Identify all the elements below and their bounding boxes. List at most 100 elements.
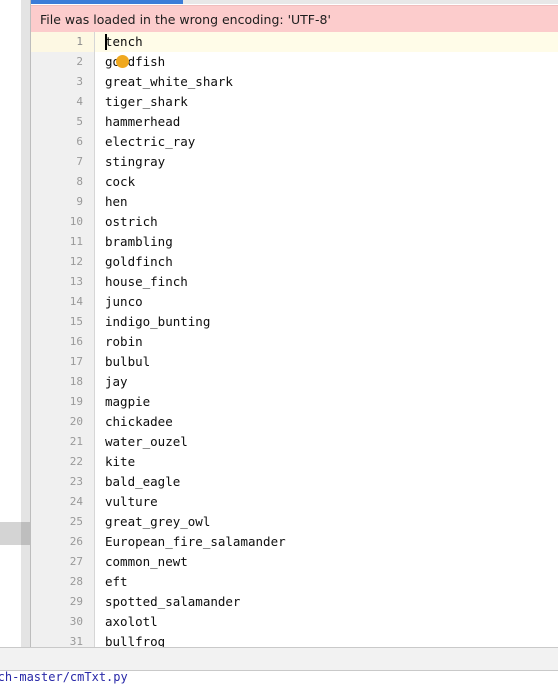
code-line-row[interactable]: axolotl: [95, 612, 558, 632]
code-line-row[interactable]: bald_eagle: [95, 472, 558, 492]
code-line-row[interactable]: brambling: [95, 232, 558, 252]
code-line-text: goldfinch: [105, 254, 173, 269]
line-number: 30: [69, 615, 83, 628]
code-line-row[interactable]: ostrich: [95, 212, 558, 232]
gutter-row[interactable]: 10: [31, 212, 94, 232]
line-number: 15: [69, 315, 83, 328]
line-number: 18: [69, 375, 83, 388]
line-number: 9: [76, 195, 83, 208]
code-line-text: electric_ray: [105, 134, 196, 149]
code-line-row[interactable]: water_ouzel: [95, 432, 558, 452]
code-line-text: European_fire_salamander: [105, 534, 286, 549]
line-number: 25: [69, 515, 83, 528]
code-line-text: axolotl: [105, 614, 158, 629]
line-number: 27: [69, 555, 83, 568]
code-editor[interactable]: 1 2 3 4 5 6 7 8 9 10 11 12 13 14 15 16 17 18 19 20 21 22 23 24 2…: [31, 32, 558, 647]
line-number-gutter[interactable]: 1 2 3 4 5 6 7 8 9 10 11 12 13 14 15 16 17 18 19 20 21 22 23 24 2…: [31, 32, 95, 647]
gutter-row[interactable]: 13: [31, 272, 94, 292]
code-line-row[interactable]: house_finch: [95, 272, 558, 292]
gutter-row[interactable]: 23: [31, 472, 94, 492]
gutter-row[interactable]: 2: [31, 52, 94, 72]
gutter-row[interactable]: 6: [31, 132, 94, 152]
line-number: 14: [69, 295, 83, 308]
code-line-text: junco: [105, 294, 143, 309]
gutter-row[interactable]: 4: [31, 92, 94, 112]
code-line-row[interactable]: European_fire_salamander: [95, 532, 558, 552]
code-line-row[interactable]: robin: [95, 332, 558, 352]
line-number: 26: [69, 535, 83, 548]
code-line-row[interactable]: great_grey_owl: [95, 512, 558, 532]
code-line-row[interactable]: junco: [95, 292, 558, 312]
code-line-text: magpie: [105, 394, 151, 409]
gutter-row[interactable]: 21: [31, 432, 94, 452]
gutter-row[interactable]: 25: [31, 512, 94, 532]
code-line-row[interactable]: tench: [95, 32, 558, 52]
gutter-row[interactable]: 14: [31, 292, 94, 312]
tab-accent-track: [183, 0, 558, 4]
gutter-row[interactable]: 27: [31, 552, 94, 572]
code-line-row[interactable]: magpie: [95, 392, 558, 412]
gutter-row[interactable]: 29: [31, 592, 94, 612]
gutter-row[interactable]: 11: [31, 232, 94, 252]
code-line-row[interactable]: kite: [95, 452, 558, 472]
code-line-row[interactable]: chickadee: [95, 412, 558, 432]
status-bar-path-area[interactable]: torch-master/cmTxt.py: [0, 670, 558, 684]
gutter-row[interactable]: 28: [31, 572, 94, 592]
gutter-row[interactable]: 31: [31, 632, 94, 647]
encoding-warning-banner[interactable]: File was loaded in the wrong encoding: '…: [31, 5, 558, 32]
line-number: 21: [69, 435, 83, 448]
code-line-text: ostrich: [105, 214, 158, 229]
gutter-row[interactable]: 24: [31, 492, 94, 512]
gutter-row[interactable]: 8: [31, 172, 94, 192]
gutter-row[interactable]: 12: [31, 252, 94, 272]
line-number: 6: [76, 135, 83, 148]
code-line-row[interactable]: jay: [95, 372, 558, 392]
line-number: 22: [69, 455, 83, 468]
line-number: 4: [76, 95, 83, 108]
code-line-row[interactable]: cock: [95, 172, 558, 192]
status-bar-file-path: torch-master/cmTxt.py: [0, 670, 128, 684]
code-line-row[interactable]: goldfish: [95, 52, 558, 72]
code-line-text: common_newt: [105, 554, 188, 569]
code-line-row[interactable]: hen: [95, 192, 558, 212]
code-line-text: hen: [105, 194, 128, 209]
gutter-row[interactable]: 22: [31, 452, 94, 472]
gutter-row[interactable]: 26: [31, 532, 94, 552]
code-line-row[interactable]: vulture: [95, 492, 558, 512]
code-line-row[interactable]: bullfrog: [95, 632, 558, 647]
code-line-row[interactable]: stingray: [95, 152, 558, 172]
code-line-row[interactable]: common_newt: [95, 552, 558, 572]
code-line-row[interactable]: electric_ray: [95, 132, 558, 152]
left-tool-strip[interactable]: [21, 0, 31, 670]
line-number: 3: [76, 75, 83, 88]
gutter-row[interactable]: 7: [31, 152, 94, 172]
gutter-row[interactable]: 1: [31, 32, 94, 52]
line-number: 17: [69, 355, 83, 368]
code-line-row[interactable]: goldfinch: [95, 252, 558, 272]
gutter-row[interactable]: 3: [31, 72, 94, 92]
line-number: 28: [69, 575, 83, 588]
gutter-row[interactable]: 15: [31, 312, 94, 332]
code-line-text: vulture: [105, 494, 158, 509]
gutter-row[interactable]: 9: [31, 192, 94, 212]
code-line-row[interactable]: hammerhead: [95, 112, 558, 132]
code-line-row[interactable]: eft: [95, 572, 558, 592]
line-number: 19: [69, 395, 83, 408]
code-line-row[interactable]: spotted_salamander: [95, 592, 558, 612]
code-line-text: kite: [105, 454, 136, 469]
code-line-row[interactable]: tiger_shark: [95, 92, 558, 112]
code-line-row[interactable]: bulbul: [95, 352, 558, 372]
gutter-row[interactable]: 5: [31, 112, 94, 132]
gutter-row[interactable]: 19: [31, 392, 94, 412]
code-line-text: stingray: [105, 154, 166, 169]
left-panel-splitter-handle[interactable]: [0, 522, 30, 545]
code-line-row[interactable]: indigo_bunting: [95, 312, 558, 332]
gutter-row[interactable]: 20: [31, 412, 94, 432]
code-line-row[interactable]: great_white_shark: [95, 72, 558, 92]
gutter-row[interactable]: 30: [31, 612, 94, 632]
gutter-row[interactable]: 18: [31, 372, 94, 392]
gutter-row[interactable]: 17: [31, 352, 94, 372]
gutter-row[interactable]: 16: [31, 332, 94, 352]
code-line-text: robin: [105, 334, 143, 349]
code-text-area[interactable]: tench goldfish great_white_shark tiger_shar…: [95, 32, 558, 647]
